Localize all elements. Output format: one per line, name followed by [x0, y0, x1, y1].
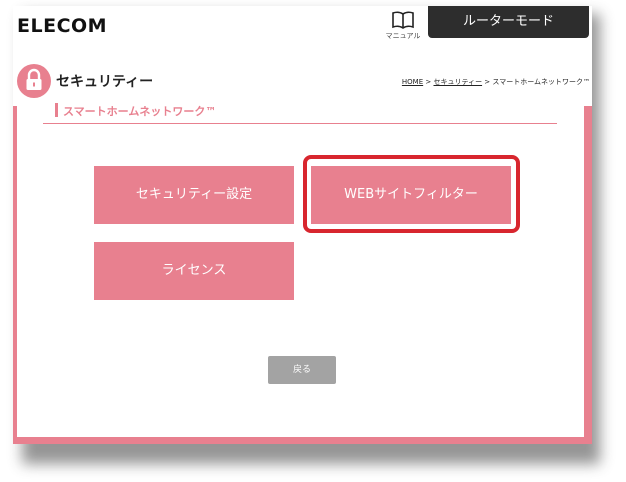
section-heading-bar: [55, 103, 58, 117]
breadcrumb-separator: >: [482, 78, 493, 86]
security-settings-button[interactable]: セキュリティー設定: [94, 166, 294, 224]
lock-icon: [17, 64, 51, 98]
book-icon: [392, 11, 414, 29]
elecom-logo: ELECOM: [17, 15, 108, 37]
section-heading-text: スマートホームネットワーク™: [63, 105, 217, 118]
manual-button[interactable]: マニュアル: [383, 10, 423, 44]
breadcrumb-current: スマートホームネットワーク™: [492, 78, 590, 86]
breadcrumb-security-link[interactable]: セキュリティー: [433, 78, 482, 86]
page-title: セキュリティー: [56, 74, 154, 90]
router-window: ELECOM マニュアル ルーターモード セキュリティー HOME > セキュリ…: [13, 6, 592, 444]
section-heading: スマートホームネットワーク™: [43, 101, 557, 124]
router-mode-badge: ルーターモード: [428, 6, 589, 38]
back-button[interactable]: 戻る: [268, 356, 336, 384]
manual-label: マニュアル: [385, 32, 421, 40]
highlight-box: [303, 155, 520, 233]
breadcrumb-home-link[interactable]: HOME: [402, 78, 423, 86]
license-button[interactable]: ライセンス: [94, 242, 294, 300]
breadcrumb-separator: >: [423, 78, 434, 86]
breadcrumb: HOME > セキュリティー > スマートホームネットワーク™: [402, 77, 590, 87]
